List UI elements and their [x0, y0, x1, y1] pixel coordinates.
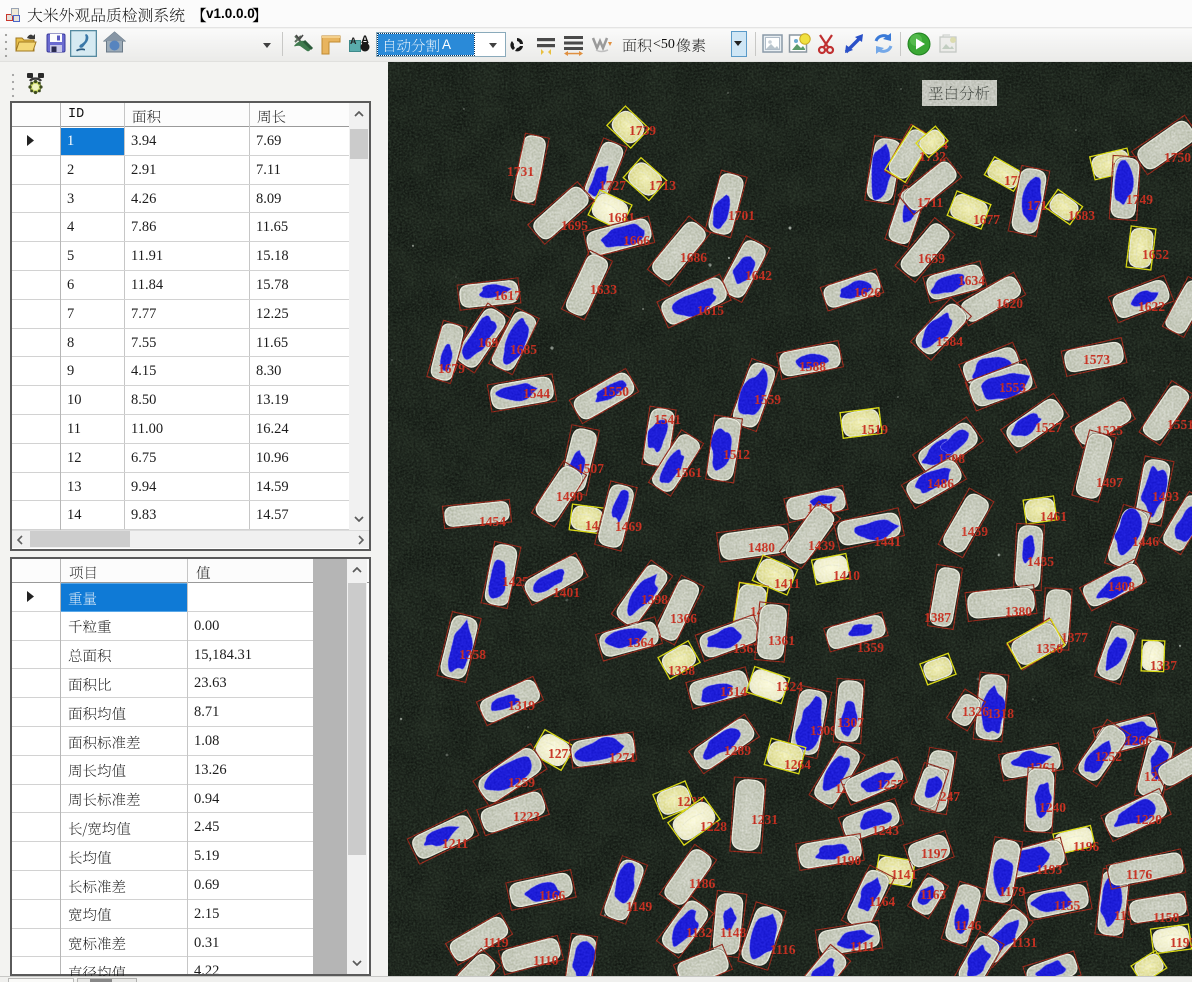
svg-text:A: A [350, 36, 357, 46]
